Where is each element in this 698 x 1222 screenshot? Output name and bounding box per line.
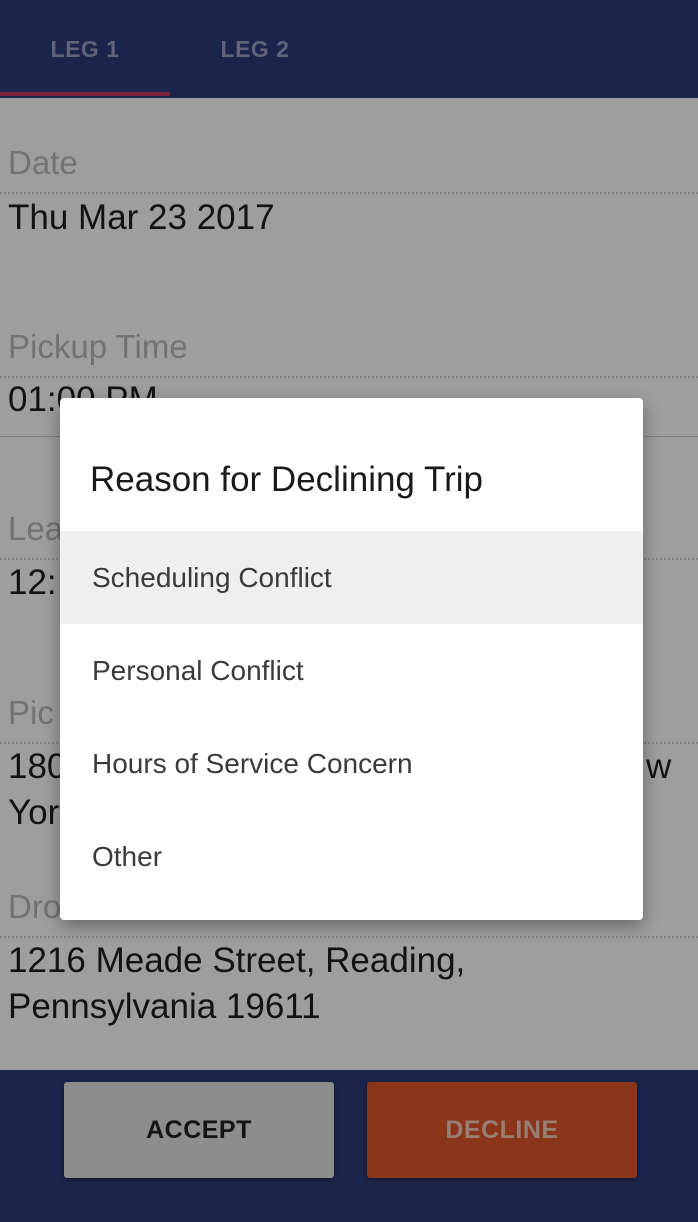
option-label: Personal Conflict xyxy=(92,654,304,686)
option-personal-conflict[interactable]: Personal Conflict xyxy=(60,624,643,717)
option-label: Other xyxy=(92,840,163,872)
option-scheduling-conflict[interactable]: Scheduling Conflict xyxy=(60,531,643,624)
decline-reason-dialog: Reason for Declining Trip Scheduling Con… xyxy=(60,398,643,920)
dialog-title: Reason for Declining Trip xyxy=(90,460,483,499)
option-other[interactable]: Other xyxy=(60,810,643,903)
option-label: Hours of Service Concern xyxy=(92,747,413,779)
option-hours-of-service-concern[interactable]: Hours of Service Concern xyxy=(60,717,643,810)
trip-details-screen: LEG 1 LEG 2 Date Thu Mar 23 2017 Pickup … xyxy=(0,0,698,1222)
option-label: Scheduling Conflict xyxy=(92,561,332,593)
decline-reason-list: Scheduling Conflict Personal Conflict Ho… xyxy=(60,531,643,903)
